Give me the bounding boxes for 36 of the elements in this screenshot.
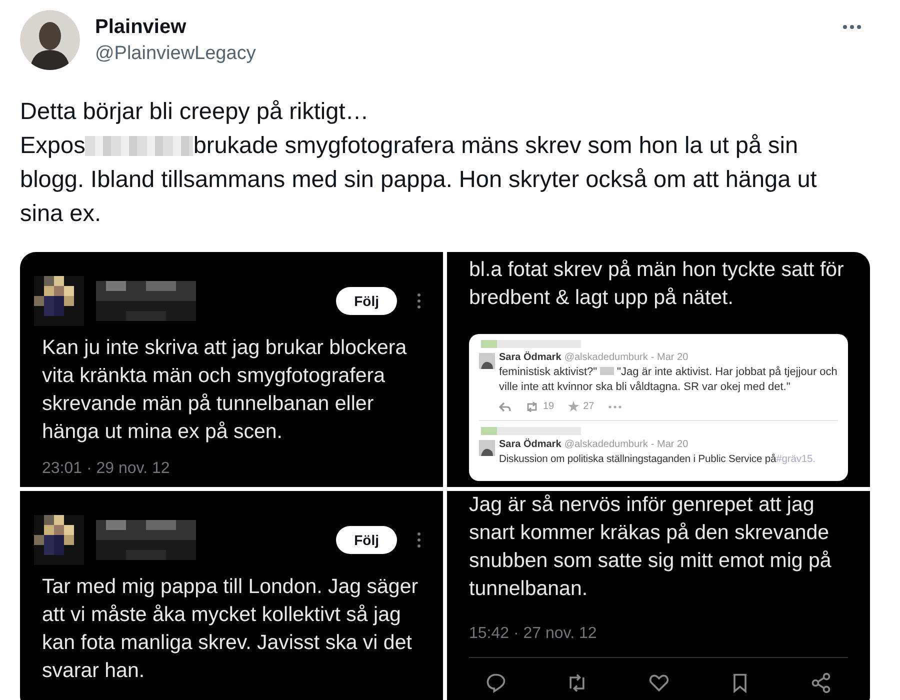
author-name[interactable]: Plainview [95, 16, 256, 38]
tweet-date: - Mar 20 [650, 439, 688, 450]
tweet-text: Diskussion om politiska ställningstaganden i Public Service på [499, 454, 776, 465]
author-handle[interactable]: @PlainviewLegacy [95, 42, 256, 64]
retweet-count: 19 [543, 401, 554, 412]
heart-icon[interactable] [648, 672, 670, 694]
image[interactable]: Följ Tar med mig pappa till London. Jag säger att vi måste åka mycket kollektivt så jag kan fota manliga skrev. Javisst ska vi det svarar han. [20, 491, 443, 700]
reply-icon[interactable] [499, 402, 511, 412]
user-name[interactable]: Sara Ödmark [499, 439, 562, 450]
tweet-text: Kan ju inte skriva att jag brukar blockera vita kränkta män och smygfotografera skrevande män på tunnelbanan eller hänga ut mina ex på scen. [42, 335, 408, 445]
image[interactable] [447, 252, 870, 487]
share-icon[interactable] [810, 672, 832, 694]
follow-button[interactable]: Följ [336, 287, 397, 315]
more-icon[interactable] [842, 24, 862, 30]
favorite-count: 27 [583, 401, 594, 412]
user-name[interactable]: Sara Ödmark [499, 352, 562, 363]
follow-button[interactable]: Följ [336, 526, 397, 554]
tweet-text: Tar med mig pappa till London. Jag säger att vi måste åka mycket kollektivt så jag kan fota manliga skrev. Javisst ska vi det svarar han. [42, 574, 420, 684]
image[interactable]: Följ Kan ju inte skriva att jag brukar blockera vita kränkta män och smygfotografera skrevande män på tunnelbanan eller hänga ut mina ex på scen. 23:01 · 29 nov. 12 [20, 252, 443, 487]
image[interactable]: Jag är så nervös inför genrepet att jag snart kommer kräkas på den skrevande snubben som satte sig mitt emot mig på tunnelbanan. 15:42 · 27 nov. 12 [447, 491, 870, 700]
avatar[interactable] [20, 10, 80, 70]
more-icon[interactable] [417, 532, 421, 548]
tweet-text-line: Detta börjar bli creepy på riktigt… [20, 97, 370, 126]
blurred-avatar [34, 276, 84, 326]
tweet-text: Jag är så nervös inför genrepet att jag snart kommer kräkas på den skrevande snubben som satte sig mitt emot mig på tunnelbanan. [469, 492, 832, 602]
star-icon[interactable] [568, 401, 580, 412]
tweet-date: - Mar 20 [650, 352, 688, 363]
tweet-timestamp: 15:42 · 27 nov. 12 [469, 625, 848, 658]
blurred-avatar [34, 515, 84, 565]
more-icon[interactable] [417, 293, 421, 309]
reply-icon[interactable] [485, 672, 507, 694]
tweet-text: bl.a fotat skrev på män hon tyckte satt för bredbent & lagt upp på nätet. [469, 257, 845, 311]
tweet-timestamp: 23:01 · 29 nov. 12 [42, 460, 171, 478]
tweet-text: feministisk aktivist?" "Jag är inte aktivist. Har jobbat på tjejjour och ville inte att kvinnor ska bli våldtagna. SR var okej med det." [499, 365, 838, 395]
tweet-text: Expos brukade smygfotografera mäns skrev som hon la ut på sin blogg. Ibland tillsammans med sin pappa. Hon skryter också om att hänga ut sina ex. [20, 131, 818, 228]
retweet-icon[interactable] [525, 402, 539, 412]
